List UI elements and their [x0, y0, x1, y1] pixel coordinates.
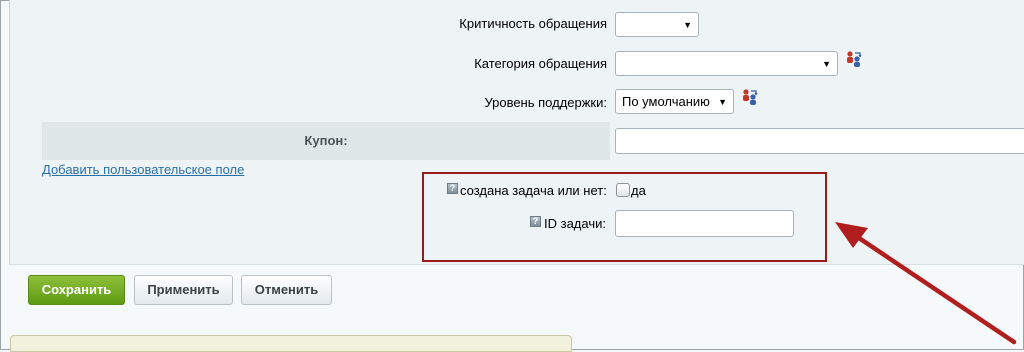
annotation-arrow	[835, 222, 1017, 345]
